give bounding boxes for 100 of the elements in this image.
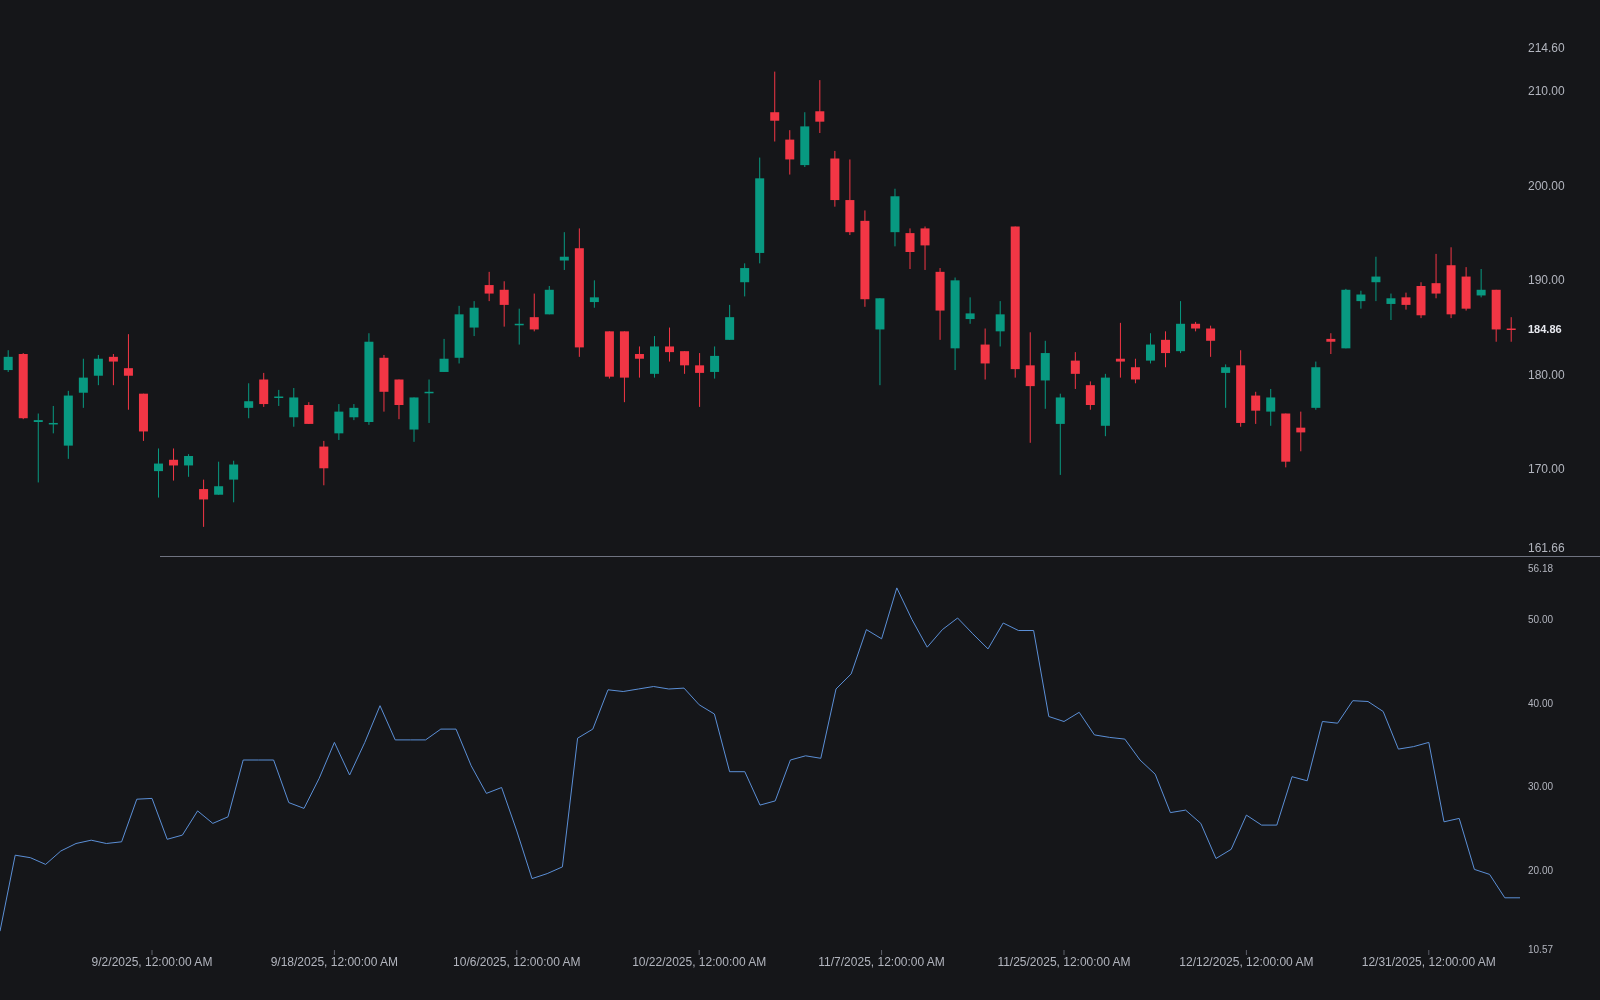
axis-label: 161.66 — [1528, 541, 1565, 555]
candlestick — [349, 404, 359, 421]
candlestick — [108, 354, 118, 386]
candlestick — [319, 440, 329, 486]
candlestick — [1311, 361, 1321, 410]
candlestick — [650, 336, 659, 378]
candlestick — [770, 71, 780, 142]
candlestick — [1476, 269, 1486, 298]
candlestick — [1446, 247, 1456, 319]
candlestick — [1506, 317, 1516, 342]
candlestick — [304, 402, 314, 424]
candlestick — [499, 281, 509, 327]
candlestick — [965, 297, 975, 324]
candlestick — [890, 188, 900, 247]
candlestick — [725, 304, 735, 340]
candlestick — [1356, 290, 1366, 309]
candlestick — [544, 286, 554, 315]
candlestick — [469, 301, 479, 337]
candlestick — [980, 328, 990, 380]
candlestick — [815, 80, 825, 133]
candlestick — [1431, 253, 1441, 299]
candlestick — [800, 112, 810, 167]
candlestick — [63, 390, 73, 459]
axis-label: 210.00 — [1528, 84, 1565, 99]
candlestick — [3, 350, 13, 372]
candlestick — [169, 448, 179, 481]
axis-label: 214.60 — [1528, 41, 1565, 55]
candlestick — [229, 460, 239, 503]
candlestick — [379, 354, 389, 412]
candlestick — [1266, 388, 1276, 426]
candlestick — [1040, 340, 1050, 409]
candlestick — [680, 351, 690, 374]
candlestick — [1296, 411, 1306, 452]
date-label: 9/18/2025, 12:00:00 AM — [270, 955, 399, 969]
candlestick — [740, 263, 750, 297]
axis-label: 50.00 — [1528, 614, 1554, 626]
date-label: 10/6/2025, 12:00:00 AM — [453, 955, 581, 969]
axis-label: 30.00 — [1528, 781, 1554, 793]
candlestick — [259, 372, 269, 407]
candlestick — [138, 393, 148, 441]
candlestick — [78, 358, 88, 408]
candlestick — [454, 305, 464, 364]
candlestick — [154, 448, 163, 498]
date-label: 12/12/2025, 12:00:00 AM — [1179, 955, 1314, 969]
candlestick — [710, 346, 720, 379]
candlestick — [830, 150, 840, 207]
last-price-label: 184.86 — [1528, 322, 1562, 335]
axis-label: 20.00 — [1528, 864, 1554, 876]
axis-label: 180.00 — [1528, 367, 1565, 382]
candlestick — [1100, 373, 1110, 437]
axis-label: 190.00 — [1528, 273, 1565, 288]
candlestick — [1326, 333, 1336, 354]
candlestick — [905, 228, 915, 269]
candlestick — [1416, 282, 1426, 319]
candlestick — [214, 461, 224, 495]
candlestick — [334, 404, 344, 440]
candlestick — [935, 268, 945, 340]
candlestick — [920, 226, 930, 270]
axis-label: 170.00 — [1528, 462, 1565, 477]
candlestick — [1206, 325, 1216, 357]
candlestick — [1191, 321, 1201, 332]
axis-label: 200.00 — [1528, 178, 1565, 193]
date-label: 11/7/2025, 12:00:00 AM — [818, 955, 945, 969]
candlestick — [1461, 267, 1471, 311]
date-label: 11/25/2025, 12:00:00 AM — [997, 955, 1131, 969]
candlestick — [1070, 352, 1080, 389]
axis-label: 10.57 — [1528, 943, 1554, 955]
candlestick — [514, 308, 524, 345]
candlestick — [244, 383, 254, 419]
candlestick — [1401, 292, 1411, 310]
candlestick — [439, 338, 449, 372]
candlestick — [274, 389, 284, 406]
candlestick — [1115, 322, 1125, 378]
candlestick — [394, 379, 404, 420]
candlestick — [1130, 358, 1140, 384]
candlestick — [1176, 301, 1186, 354]
candlestick — [184, 454, 194, 477]
candlestick — [1386, 293, 1396, 320]
candlestick — [1161, 331, 1170, 368]
candlestick — [785, 130, 795, 175]
candlestick — [199, 479, 209, 527]
candlestick — [1146, 333, 1155, 364]
date-label: 12/31/2025, 12:00:00 AM — [1361, 955, 1496, 969]
candlestick — [695, 353, 705, 407]
candlestick — [665, 327, 674, 362]
candlestick — [93, 354, 103, 386]
candlestick — [1221, 364, 1231, 408]
candlestick — [18, 353, 28, 420]
date-label: 10/22/2025, 12:00:00 AM — [632, 955, 767, 969]
candlestick — [1085, 381, 1095, 410]
candlestick — [995, 301, 1005, 347]
date-label: 9/2/2025, 12:00:00 AM — [91, 955, 213, 969]
axis-label: 40.00 — [1528, 697, 1554, 709]
candlestick — [33, 413, 43, 483]
candlestick — [619, 331, 629, 403]
candlestick — [409, 397, 419, 442]
candlestick — [604, 331, 614, 379]
axis-label: 56.18 — [1528, 562, 1554, 574]
candlestick — [1371, 256, 1381, 302]
candlestick — [289, 388, 299, 427]
